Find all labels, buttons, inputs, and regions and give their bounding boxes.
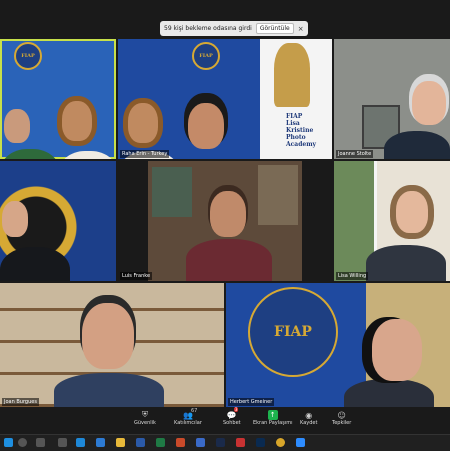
person-head [210,191,246,237]
painting [152,167,192,217]
person-head [2,201,28,237]
person-head [372,319,422,381]
participant-name: Joan Burgues [2,398,39,406]
meeting-top-bar: 59 kişi bekleme odasına girdi Görüntüle … [0,0,450,38]
person-head [188,103,224,149]
search-icon[interactable] [18,438,27,447]
waiting-room-notification: 59 kişi bekleme odasına girdi Görüntüle … [160,21,308,36]
app-icon[interactable] [58,438,67,447]
chat-icon: 💬 3 [226,407,239,420]
participant-name: Luis Franke [120,272,153,280]
notification-text: 59 kişi bekleme odasına girdi [164,25,252,32]
person-body [344,379,434,407]
video-tile-6[interactable]: Lisa Willing [334,161,450,281]
security-button[interactable]: ⛨ Güvenlik [134,410,156,426]
person-body [186,239,272,281]
person-body [58,151,116,159]
fiap-logo: FIAP [14,42,42,70]
chat-button[interactable]: 💬 3 Sohbet [223,407,241,426]
windows-start-icon[interactable] [4,438,13,447]
close-icon[interactable]: × [298,25,304,33]
record-icon: ◉ [305,410,313,420]
participants-button[interactable]: 👥 67 Katılımcılar [174,408,202,426]
video-tile-1[interactable]: FIAP [0,39,116,159]
room-background [148,161,302,281]
video-tile-4[interactable] [0,161,116,281]
taskview-icon[interactable] [36,438,45,447]
participants-icon: 👥 67 [182,408,198,420]
lightroom-icon[interactable] [216,438,225,447]
shield-icon: ⛨ [141,410,148,419]
person-body [384,131,450,159]
person-body [54,373,164,407]
painting [258,165,298,225]
poster-text: FIAP Lisa Kristine Photo Academy [286,113,317,148]
share-screen-icon: ↑ [267,410,278,420]
person-head [412,81,446,125]
video-tile-7[interactable]: Joan Burgues [0,283,224,407]
powerpoint-icon[interactable] [176,438,185,447]
person-head [396,191,428,233]
participant-name: Lisa Willing [336,272,369,280]
mail-icon[interactable] [96,438,105,447]
person-head [82,303,134,369]
meeting-toolbar: ⛨ Güvenlik 👥 67 Katılımcılar 💬 3 Sohbet ↑ … [0,407,450,434]
chrome-icon[interactable] [276,438,285,447]
fiap-logo: FIAP [192,42,220,70]
video-tile-8[interactable]: FIAP Herbert Gmeiner [226,283,450,407]
photoshop-icon[interactable] [256,438,265,447]
folder-icon[interactable] [116,438,125,447]
child-figure [274,43,310,107]
video-tile-2[interactable]: FIAP FIAP Lisa Kristine Photo Academy Ra… [118,39,332,159]
excel-icon[interactable] [156,438,165,447]
share-screen-button[interactable]: ↑ Ekran Paylaşımı [253,410,292,426]
windows-taskbar [0,434,450,451]
app-icon[interactable] [236,438,245,447]
fiap-logo: FIAP [248,287,338,377]
participant-name: Joanne Stolte [336,150,374,158]
zoom-icon[interactable] [296,438,305,447]
store-icon[interactable] [76,438,85,447]
video-tile-3[interactable]: Joanne Stolte [334,39,450,159]
person-body [366,245,446,281]
participant-name: Herbert Gmeiner [228,398,275,406]
person-head [62,101,92,141]
participant-name: Raha Erin - Turkey [120,150,170,158]
person-body [0,149,60,159]
reactions-button[interactable]: ☺ Tepkiler [332,410,351,427]
reactions-icon: ☺ [337,410,346,420]
person-head [128,103,158,143]
view-waiting-room-button[interactable]: Görüntüle [255,23,294,34]
video-tile-5[interactable]: Luis Franke [118,161,332,281]
app-icon[interactable] [196,438,205,447]
poster-image: FIAP Lisa Kristine Photo Academy [260,39,332,159]
word-icon[interactable] [136,438,145,447]
record-button[interactable]: ◉ Kaydet [300,410,317,427]
person-body [0,247,70,281]
person-head [4,109,30,143]
